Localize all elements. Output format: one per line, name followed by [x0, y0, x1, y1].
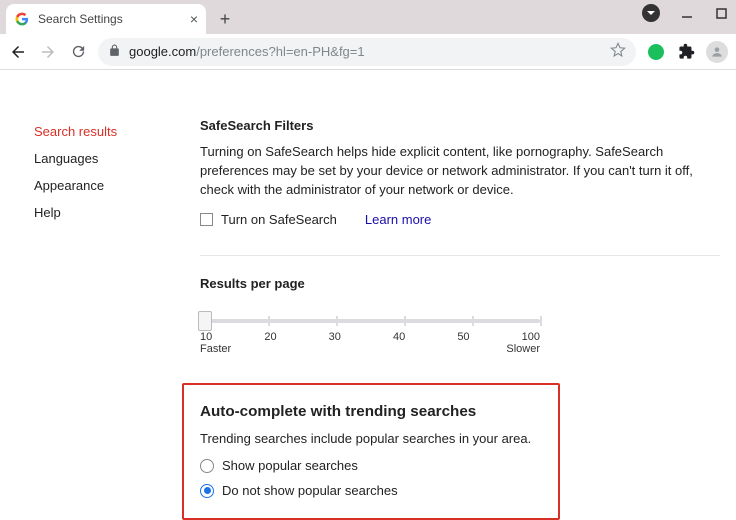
slider-thumb[interactable]: [198, 311, 212, 331]
radio-hide-label: Do not show popular searches: [222, 483, 398, 498]
radio-hide[interactable]: [200, 484, 214, 498]
autocomplete-highlight-box: Auto-complete with trending searches Tre…: [182, 383, 560, 520]
safesearch-learn-more-link[interactable]: Learn more: [365, 212, 431, 227]
autocomplete-heading: Auto-complete with trending searches: [200, 403, 542, 420]
slider-tick-labels: 10 20 30 40 50 100: [200, 331, 540, 343]
address-bar[interactable]: google.com/preferences?hl=en-PH&fg=1: [98, 38, 636, 66]
forward-button[interactable]: [38, 42, 58, 62]
back-button[interactable]: [8, 42, 28, 62]
safesearch-section: SafeSearch Filters Turning on SafeSearch…: [200, 118, 720, 227]
window-controls: [642, 4, 728, 22]
page-content: Search results Languages Appearance Help…: [0, 70, 736, 520]
browser-tab[interactable]: Search Settings ×: [6, 4, 206, 34]
safesearch-checkbox[interactable]: [200, 213, 213, 226]
slider-captions: Faster Slower: [200, 343, 540, 355]
browser-toolbar: google.com/preferences?hl=en-PH&fg=1: [0, 34, 736, 70]
settings-sidebar: Search results Languages Appearance Help: [34, 90, 164, 520]
maximize-icon[interactable]: [714, 6, 728, 20]
safesearch-heading: SafeSearch Filters: [200, 118, 720, 133]
safesearch-description: Turning on SafeSearch helps hide explici…: [200, 143, 720, 200]
new-tab-button[interactable]: +: [212, 6, 238, 32]
slider-track[interactable]: [200, 319, 540, 323]
sidebar-item-search-results[interactable]: Search results: [34, 118, 164, 145]
tab-close-icon[interactable]: ×: [190, 11, 198, 27]
bookmark-star-icon[interactable]: [610, 42, 626, 61]
url-text: google.com/preferences?hl=en-PH&fg=1: [129, 44, 602, 59]
results-per-page-section: Results per page 10 20 30 40 50: [200, 276, 720, 355]
google-favicon: [14, 11, 30, 27]
extensions-icon[interactable]: [676, 42, 696, 62]
tab-strip: Search Settings × +: [0, 0, 736, 34]
lock-icon: [108, 44, 121, 60]
settings-main: SafeSearch Filters Turning on SafeSearch…: [200, 90, 720, 520]
autocomplete-option-show[interactable]: Show popular searches: [200, 458, 542, 473]
radio-show[interactable]: [200, 459, 214, 473]
autocomplete-description: Trending searches include popular search…: [200, 430, 542, 449]
autocomplete-option-hide[interactable]: Do not show popular searches: [200, 483, 542, 498]
safesearch-checkbox-label: Turn on SafeSearch: [221, 212, 337, 227]
radio-show-label: Show popular searches: [222, 458, 358, 473]
divider: [200, 255, 720, 256]
extension-grammarly-icon[interactable]: [646, 42, 666, 62]
reload-button[interactable]: [68, 42, 88, 62]
safesearch-toggle-row: Turn on SafeSearch Learn more: [200, 212, 720, 227]
results-per-page-heading: Results per page: [200, 276, 720, 291]
minimize-icon[interactable]: [680, 6, 694, 20]
sidebar-item-languages[interactable]: Languages: [34, 145, 164, 172]
sidebar-item-appearance[interactable]: Appearance: [34, 172, 164, 199]
profile-badge-icon[interactable]: [642, 4, 660, 22]
sidebar-item-help[interactable]: Help: [34, 199, 164, 226]
tab-title: Search Settings: [38, 12, 182, 26]
results-slider[interactable]: 10 20 30 40 50 100 Faster Slower: [200, 301, 540, 355]
profile-avatar[interactable]: [706, 41, 728, 63]
